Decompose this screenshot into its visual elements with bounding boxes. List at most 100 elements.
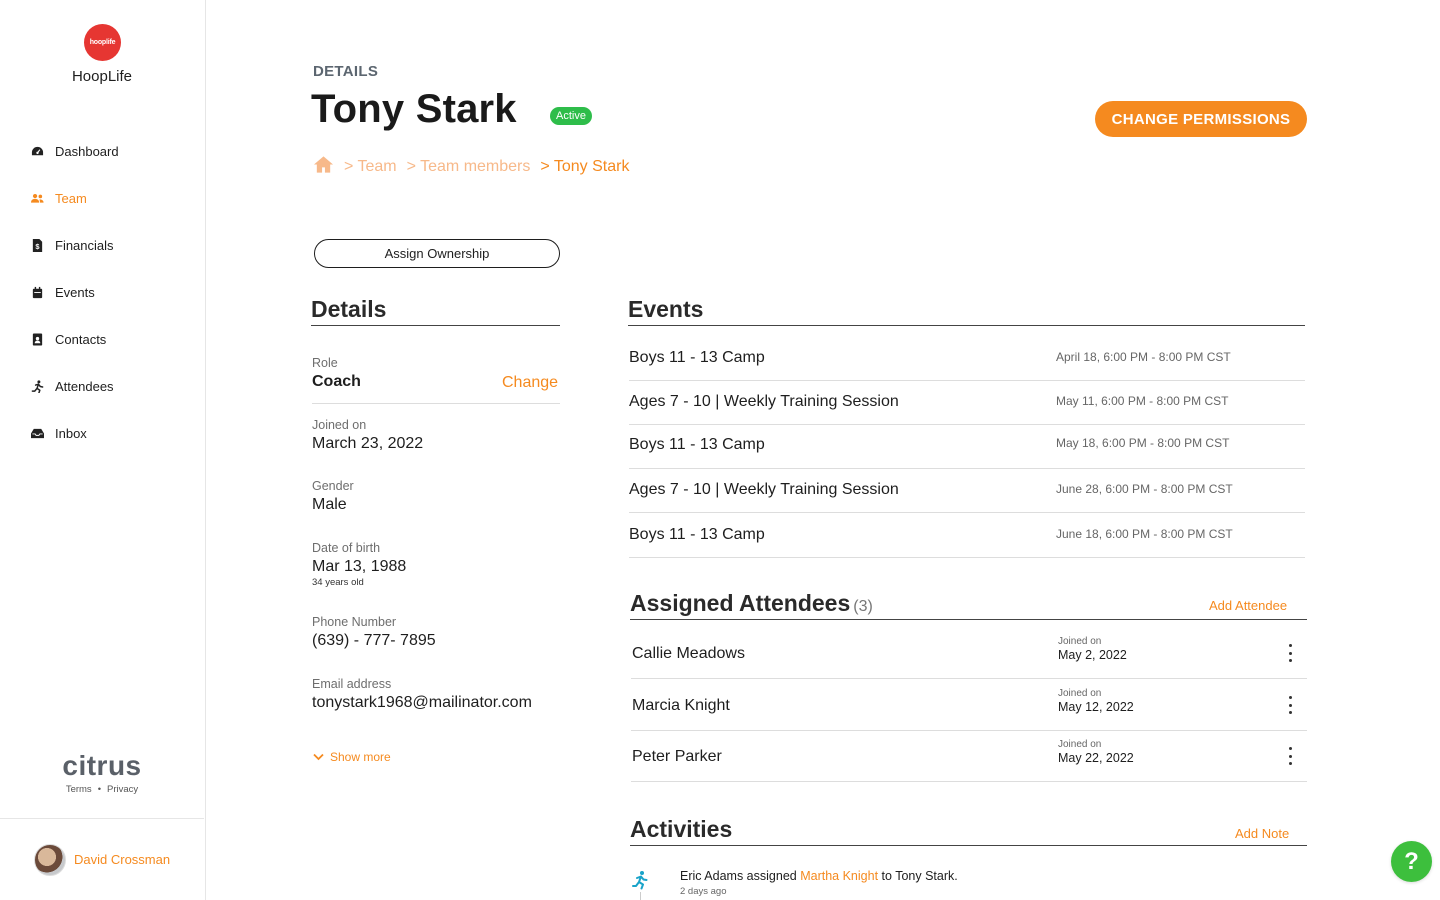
event-date: June 18, 6:00 PM - 8:00 PM CST	[1056, 527, 1233, 541]
event-name: Boys 11 - 13 Camp	[629, 349, 765, 366]
team-icon	[30, 192, 44, 206]
activity-text: Eric Adams assigned Martha Knight to Ton…	[680, 869, 958, 883]
dashboard-icon	[30, 145, 44, 159]
running-person-icon	[631, 870, 649, 890]
dob-label: Date of birth	[312, 541, 381, 555]
phone-label: Phone Number	[312, 615, 397, 629]
help-button[interactable]: ?	[1391, 841, 1432, 882]
hooplife-logo[interactable]: hooplife	[84, 24, 121, 61]
sidebar-item-attendees[interactable]: Attendees	[0, 363, 204, 410]
activities-heading: Activities	[630, 816, 1307, 846]
more-options-icon[interactable]	[1284, 696, 1296, 714]
user-name[interactable]: David Crossman	[74, 852, 170, 867]
attendees-heading: Assigned Attendees (3)	[630, 590, 1307, 620]
attendees-count: (3)	[853, 598, 873, 615]
show-more-link[interactable]: Show more	[313, 750, 391, 764]
event-name: Ages 7 - 10 | Weekly Training Session	[629, 481, 899, 498]
event-date: May 18, 6:00 PM - 8:00 PM CST	[1056, 436, 1230, 450]
sidebar-item-team[interactable]: Team	[0, 175, 204, 222]
dob-value: Mar 13, 1988	[312, 558, 407, 575]
terms-link[interactable]: Terms	[66, 784, 92, 795]
sidebar-item-inbox[interactable]: Inbox	[0, 410, 204, 457]
breadcrumb-current: > Tony Stark	[540, 158, 630, 175]
attendee-joined-label: Joined on	[1058, 636, 1102, 647]
breadcrumb-team[interactable]: > Team	[344, 158, 397, 176]
chevron-down-icon	[313, 753, 324, 761]
attendee-row[interactable]: Peter Parker Joined on May 22, 2022	[631, 731, 1307, 782]
event-row[interactable]: Boys 11 - 13 Camp May 18, 6:00 PM - 8:00…	[629, 425, 1305, 469]
activity-rest: to Tony Stark.	[881, 869, 958, 883]
activity-time: 2 days ago	[680, 886, 727, 897]
home-icon[interactable]	[313, 155, 334, 179]
email-label: Email address	[312, 677, 392, 691]
show-more-label: Show more	[330, 750, 391, 764]
role-value: Coach	[312, 373, 361, 390]
sidebar-item-label: Attendees	[55, 379, 114, 394]
gender-label: Gender	[312, 479, 354, 493]
add-note-link[interactable]: Add Note	[1235, 826, 1289, 841]
event-date: April 18, 6:00 PM - 8:00 PM CST	[1056, 350, 1231, 364]
sidebar: hooplife HoopLife Dashboard Team $ Finan…	[0, 0, 206, 900]
attendee-row[interactable]: Callie Meadows Joined on May 2, 2022	[631, 628, 1307, 679]
divider	[312, 403, 560, 404]
event-row[interactable]: Ages 7 - 10 | Weekly Training Session Ju…	[629, 468, 1305, 513]
footer-links: Terms • Privacy	[0, 784, 204, 795]
more-options-icon[interactable]	[1284, 644, 1296, 662]
sidebar-item-label: Financials	[55, 238, 114, 253]
inbox-icon	[30, 427, 44, 441]
sidebar-item-financials[interactable]: $ Financials	[0, 222, 204, 269]
details-heading: Details	[311, 296, 560, 326]
attendees-heading-text: Assigned Attendees	[630, 590, 851, 616]
age-text: 34 years old	[312, 577, 364, 588]
attendee-row[interactable]: Marcia Knight Joined on May 12, 2022	[631, 680, 1307, 731]
status-badge: Active	[550, 107, 592, 125]
gender-value: Male	[312, 496, 347, 513]
citrus-logo: citrus	[62, 750, 142, 781]
sidebar-item-contacts[interactable]: Contacts	[0, 316, 204, 363]
privacy-link[interactable]: Privacy	[107, 784, 138, 795]
joined-value: March 23, 2022	[312, 435, 424, 452]
page-eyebrow: DETAILS	[313, 63, 379, 80]
event-row[interactable]: Ages 7 - 10 | Weekly Training Session Ma…	[629, 381, 1305, 425]
change-permissions-button[interactable]: CHANGE PERMISSIONS	[1095, 101, 1307, 137]
page-title: Tony Stark	[311, 87, 517, 131]
citrus-footer: citrus Terms • Privacy	[0, 750, 204, 795]
activity-item: Eric Adams assigned Martha Knight to Ton…	[631, 866, 1307, 900]
sidebar-item-label: Inbox	[55, 426, 87, 441]
phone-value: (639) - 777- 7895	[312, 632, 436, 649]
sidebar-item-events[interactable]: Events	[0, 269, 204, 316]
sidebar-item-dashboard[interactable]: Dashboard	[0, 128, 204, 175]
assign-ownership-button[interactable]: Assign Ownership	[314, 239, 560, 268]
event-date: June 28, 6:00 PM - 8:00 PM CST	[1056, 482, 1233, 496]
contact-card-icon	[30, 333, 44, 347]
add-attendee-link[interactable]: Add Attendee	[1209, 598, 1287, 613]
more-options-icon[interactable]	[1284, 747, 1296, 765]
activity-link[interactable]: Martha Knight	[800, 869, 878, 883]
sidebar-item-label: Events	[55, 285, 95, 300]
event-name: Boys 11 - 13 Camp	[629, 436, 765, 453]
sidebar-item-label: Dashboard	[55, 144, 119, 159]
calendar-icon	[30, 286, 44, 300]
sidebar-item-label: Team	[55, 191, 87, 206]
financials-icon: $	[30, 239, 44, 253]
event-name: Boys 11 - 13 Camp	[629, 526, 765, 543]
role-label: Role	[312, 356, 338, 370]
event-row[interactable]: Boys 11 - 13 Camp April 18, 6:00 PM - 8:…	[629, 337, 1305, 381]
email-value: tonystark1968@mailinator.com	[312, 694, 532, 711]
timeline-line	[640, 892, 641, 900]
attendee-joined-label: Joined on	[1058, 739, 1102, 750]
running-person-icon	[30, 380, 44, 394]
events-heading: Events	[628, 296, 1305, 326]
breadcrumb-team-members[interactable]: > Team members	[407, 158, 531, 176]
user-profile[interactable]: David Crossman	[0, 818, 204, 900]
event-row[interactable]: Boys 11 - 13 Camp June 18, 6:00 PM - 8:0…	[629, 513, 1305, 558]
attendee-joined-label: Joined on	[1058, 688, 1102, 699]
sidebar-item-label: Contacts	[55, 332, 107, 347]
change-role-link[interactable]: Change	[502, 374, 558, 392]
app-name: HoopLife	[71, 68, 133, 85]
attendee-joined-date: May 2, 2022	[1058, 648, 1127, 662]
footer-separator: •	[97, 784, 102, 795]
attendee-joined-date: May 22, 2022	[1058, 751, 1134, 765]
event-name: Ages 7 - 10 | Weekly Training Session	[629, 393, 899, 410]
attendee-joined-date: May 12, 2022	[1058, 700, 1134, 714]
